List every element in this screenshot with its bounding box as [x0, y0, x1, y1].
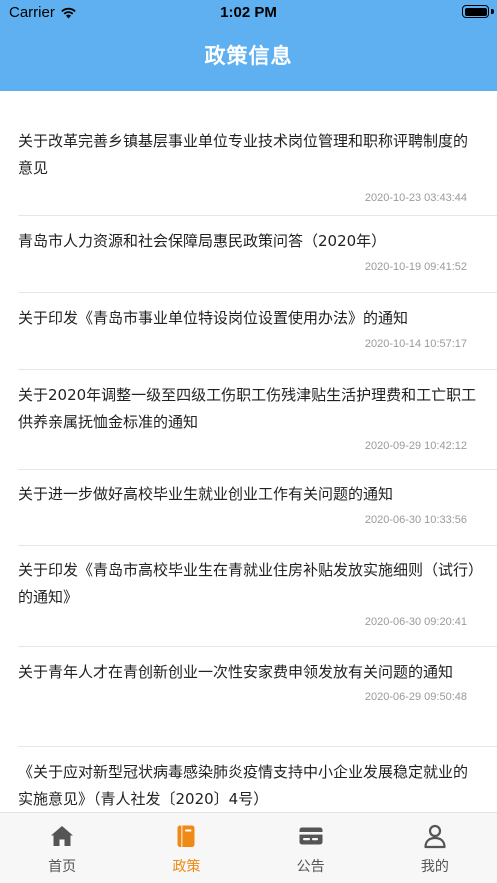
policy-title: 关于进一步做好高校毕业生就业创业工作有关问题的通知	[18, 485, 394, 503]
policy-time: 2020-06-29 09:50:48	[364, 691, 467, 703]
policy-item[interactable]: 关于印发《青岛市高校毕业生在青就业住房补贴发放实施细则（试行）的通知》 2020…	[18, 546, 497, 647]
policy-time: 2020-06-30 09:20:41	[364, 616, 467, 628]
policy-time: 2020-10-23 03:43:44	[364, 192, 467, 204]
home-icon	[51, 826, 74, 846]
policy-title: 关于改革完善乡镇基层事业单位专业技术岗位管理和职称评聘制度的意见	[18, 132, 469, 177]
policy-item[interactable]: 关于2020年调整一级至四级工伤职工伤残津贴生活护理费和工亡职工供养亲属抚恤金标…	[18, 370, 497, 470]
battery-icon	[462, 5, 489, 18]
policy-item[interactable]: 青岛市人力资源和社会保障局惠民政策问答（2020年） 2020-10-19 09…	[18, 216, 497, 293]
tab-home[interactable]: 首页	[0, 813, 124, 883]
status-time: 1:02 PM	[220, 4, 277, 21]
tab-label: 公告	[296, 859, 325, 875]
tab-notice[interactable]: 公告	[249, 813, 373, 883]
policy-title: 《关于应对新型冠状病毒感染肺炎疫情支持中小企业发展稳定就业的实施意见》（青人社发…	[18, 763, 469, 808]
status-bar: Carrier 1:02 PM	[0, 0, 497, 26]
policy-time: 2020-10-14 10:57:17	[364, 338, 467, 350]
policy-item[interactable]: 《关于应对新型冠状病毒感染肺炎疫情支持中小企业发展稳定就业的实施意见》（青人社发…	[18, 747, 497, 812]
book-icon	[177, 825, 195, 847]
policy-title: 关于印发《青岛市事业单位特设岗位设置使用办法》的通知	[18, 309, 409, 327]
tab-policy[interactable]: 政策	[124, 813, 248, 883]
tab-label: 我的	[420, 859, 449, 875]
tab-label: 政策	[172, 859, 201, 875]
policy-time: 2020-06-30 10:33:56	[364, 514, 467, 526]
policy-title: 关于2020年调整一级至四级工伤职工伤残津贴生活护理费和工亡职工供养亲属抚恤金标…	[18, 386, 477, 431]
card-icon	[299, 827, 323, 845]
policy-list[interactable]: 关于改革完善乡镇基层事业单位专业技术岗位管理和职称评聘制度的意见 2020-10…	[0, 91, 497, 812]
tab-bar: 首页 政策 公告 我的	[0, 812, 497, 883]
policy-item[interactable]: 关于青年人才在青创新创业一次性安家费申领发放有关问题的通知 2020-06-29…	[18, 647, 497, 747]
battery-cap	[491, 9, 494, 14]
tab-mine[interactable]: 我的	[373, 813, 497, 883]
policy-item[interactable]: 关于印发《青岛市事业单位特设岗位设置使用办法》的通知 2020-10-14 10…	[18, 293, 497, 370]
policy-time: 2020-10-19 09:41:52	[364, 261, 467, 273]
page-title: 政策信息	[204, 44, 293, 68]
policy-item[interactable]: 关于进一步做好高校毕业生就业创业工作有关问题的通知 2020-06-30 10:…	[18, 470, 497, 546]
tab-label: 首页	[48, 859, 77, 875]
app-header: Carrier 1:02 PM 政策信息	[0, 0, 497, 91]
policy-title: 关于青年人才在青创新创业一次性安家费申领发放有关问题的通知	[18, 663, 454, 681]
person-icon	[424, 824, 446, 849]
policy-title: 青岛市人力资源和社会保障局惠民政策问答（2020年）	[18, 232, 387, 250]
policy-item[interactable]: 关于改革完善乡镇基层事业单位专业技术岗位管理和职称评聘制度的意见 2020-10…	[18, 91, 497, 216]
policy-time: 2020-09-29 10:42:12	[364, 440, 467, 452]
policy-title: 关于印发《青岛市高校毕业生在青就业住房补贴发放实施细则（试行）的通知》	[18, 561, 476, 606]
